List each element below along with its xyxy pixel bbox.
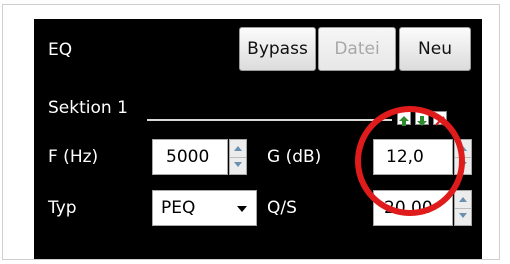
- freq-spin-up[interactable]: [230, 140, 246, 158]
- freq-spin-down[interactable]: [230, 157, 246, 174]
- move-down-button[interactable]: [415, 111, 429, 126]
- chevron-up-icon: [234, 146, 242, 151]
- section-title: Sektion 1: [48, 98, 128, 118]
- bypass-button[interactable]: Bypass: [239, 27, 316, 71]
- gain-spinner[interactable]: [454, 139, 472, 175]
- page-title: EQ: [48, 40, 73, 60]
- gain-input[interactable]: 12,0: [373, 139, 453, 175]
- datei-button[interactable]: Datei: [318, 27, 396, 71]
- q-label: Q/S: [267, 198, 297, 218]
- chevron-down-icon: [237, 206, 247, 212]
- gain-spin-up[interactable]: [455, 140, 471, 158]
- type-label: Typ: [48, 198, 77, 218]
- chevron-down-icon: [459, 162, 467, 167]
- freq-input[interactable]: 5000: [152, 139, 228, 175]
- q-spin-up[interactable]: [455, 191, 471, 209]
- q-spin-down[interactable]: [455, 208, 471, 225]
- delete-section-button[interactable]: [433, 111, 447, 126]
- arrow-up-icon: [399, 116, 409, 126]
- arrow-down-icon: [417, 116, 427, 126]
- move-up-button[interactable]: [397, 111, 411, 126]
- freq-spinner[interactable]: [229, 139, 247, 175]
- chevron-down-icon: [234, 162, 242, 167]
- close-icon: [435, 116, 445, 126]
- neu-button[interactable]: Neu: [399, 27, 471, 71]
- q-input[interactable]: 20,00: [373, 190, 453, 226]
- type-select[interactable]: PEQ: [152, 190, 257, 226]
- chevron-up-icon: [459, 146, 467, 151]
- chevron-up-icon: [459, 197, 467, 202]
- gain-spin-down[interactable]: [455, 157, 471, 174]
- gain-label: G (dB): [267, 147, 322, 167]
- section-divider: [147, 119, 392, 121]
- chevron-down-icon: [459, 213, 467, 218]
- q-spinner[interactable]: [454, 190, 472, 226]
- type-value: PEQ: [161, 198, 196, 218]
- freq-label: F (Hz): [48, 147, 99, 167]
